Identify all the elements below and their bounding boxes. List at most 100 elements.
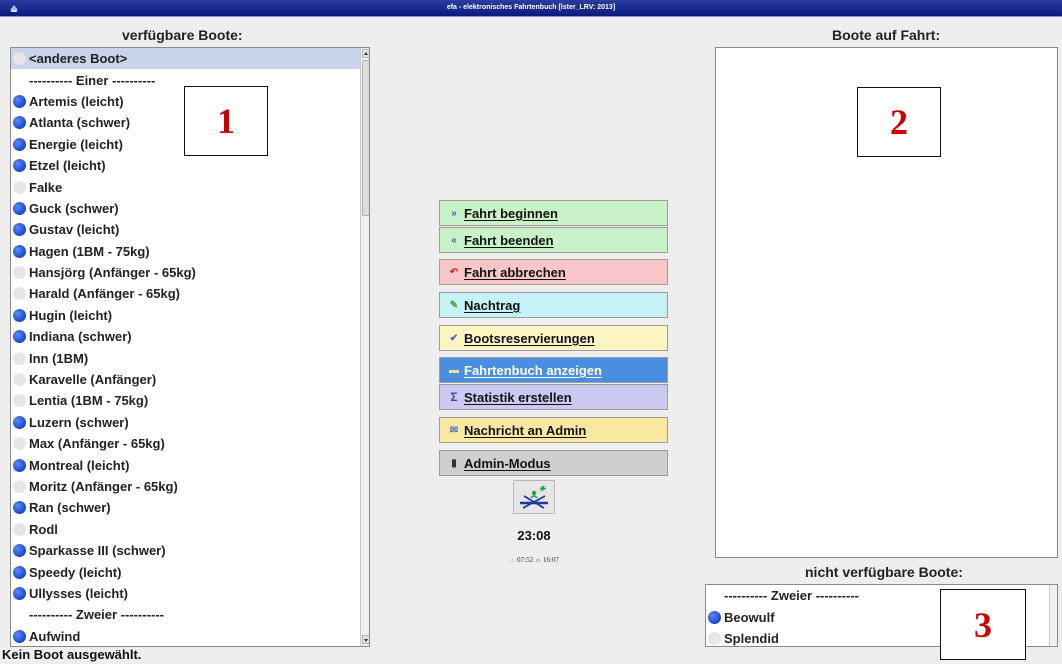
available-dot-icon	[13, 415, 26, 429]
boat-list-item[interactable]: Speedy (leicht)	[11, 561, 360, 582]
available-dot-icon	[13, 629, 26, 643]
available-dot-icon	[13, 501, 26, 515]
message-admin-button[interactable]: ✉ Nachricht an Admin	[439, 417, 668, 443]
status-dot-icon	[13, 394, 26, 408]
available-dot-icon	[13, 565, 26, 579]
available-dot-icon	[13, 586, 26, 600]
status-dot-icon	[13, 351, 26, 365]
available-dot-icon	[13, 201, 26, 215]
scroll-up-icon[interactable]	[362, 49, 369, 58]
logbook-icon: ▬	[449, 364, 459, 376]
boat-list-item[interactable]: Karavelle (Anfänger)	[11, 369, 360, 390]
available-dot-icon	[13, 116, 26, 130]
reservations-button[interactable]: ✔ Bootsreservierungen	[439, 325, 668, 351]
status-bar: Kein Boot ausgewählt.	[2, 647, 142, 662]
boat-list-item[interactable]: Falke	[11, 176, 360, 197]
available-boats-heading: verfügbare Boote:	[122, 27, 243, 43]
available-dot-icon	[13, 94, 26, 108]
boat-list-item[interactable]: Ullysses (leicht)	[11, 583, 360, 604]
boat-list-item[interactable]: Gustav (leicht)	[11, 219, 360, 240]
boat-name: Atlanta (schwer)	[29, 115, 131, 131]
boats-on-trip-heading: Boote auf Fahrt:	[832, 27, 941, 43]
boat-name: Inn (1BM)	[29, 350, 89, 366]
boat-name: Luzern (schwer)	[29, 414, 129, 430]
boat-name: Beowulf	[724, 609, 775, 625]
rowing-logo-icon	[520, 485, 548, 509]
double-chevron-left-icon: «	[451, 234, 457, 246]
available-dot-icon	[13, 223, 26, 237]
boat-name: ---------- Zweier ----------	[724, 588, 859, 604]
boat-list-item[interactable]: Hugin (leicht)	[11, 305, 360, 326]
boat-list-item[interactable]: Guck (schwer)	[11, 198, 360, 219]
undo-arrow-icon: ↶	[449, 266, 459, 278]
boat-name: Energie (leicht)	[29, 136, 123, 152]
available-dot-icon	[13, 330, 26, 344]
boat-list-item[interactable]: Luzern (schwer)	[11, 412, 360, 433]
boat-list-item[interactable]: Hagen (1BM - 75kg)	[11, 241, 360, 262]
annotation-label-1: 1	[184, 86, 268, 156]
clock-time: 23:08	[517, 528, 551, 543]
boat-list-item[interactable]: <anderes Boot>	[11, 48, 360, 70]
statistics-button[interactable]: Σ Statistik erstellen	[439, 384, 668, 410]
status-dot-icon	[13, 287, 26, 301]
available-dot-icon	[13, 159, 26, 173]
cancel-trip-button[interactable]: ↶ Fahrt abbrechen	[439, 259, 668, 285]
boat-list-item[interactable]: Hansjörg (Anfänger - 65kg)	[11, 262, 360, 283]
available-dot-icon	[13, 137, 26, 151]
boat-list-item[interactable]: Aufwind	[11, 626, 360, 646]
available-dot-icon	[13, 458, 26, 472]
sunrise-icon: ☼	[509, 556, 516, 564]
boat-name: Hagen (1BM - 75kg)	[29, 243, 150, 259]
boat-list-item[interactable]: Harald (Anfänger - 65kg)	[11, 283, 360, 304]
boat-name: Splendid	[724, 630, 779, 646]
boat-name: Montreal (leicht)	[29, 457, 130, 473]
admin-mode-button[interactable]: ▮ Admin-Modus	[439, 450, 668, 476]
unavailable-boats-scrollbar[interactable]	[1049, 585, 1057, 646]
boat-list-item[interactable]: Montreal (leicht)	[11, 454, 360, 475]
boat-list-item[interactable]: Sparkasse III (schwer)	[11, 540, 360, 561]
scroll-thumb[interactable]	[362, 60, 369, 216]
boat-list-item[interactable]: Inn (1BM)	[11, 347, 360, 368]
status-dot-icon	[13, 522, 26, 536]
window-titlebar: efa - elektronisches Fahrtenbuch [lster_…	[0, 0, 1062, 17]
status-dot-icon	[13, 52, 26, 66]
late-entry-button[interactable]: ✎ Nachtrag	[439, 292, 668, 318]
status-dot-icon	[13, 180, 26, 194]
available-dot-icon	[13, 244, 26, 258]
boat-name: Sparkasse III (schwer)	[29, 543, 166, 559]
boat-name: Speedy (leicht)	[29, 564, 122, 580]
list-separator[interactable]: ---------- Zweier ----------	[11, 604, 360, 625]
boat-list-item[interactable]: Max (Anfänger - 65kg)	[11, 433, 360, 454]
scroll-down-icon[interactable]	[362, 635, 369, 644]
boat-name: Max (Anfänger - 65kg)	[29, 436, 165, 452]
available-boats-scrollbar[interactable]	[360, 48, 369, 646]
reservation-icon: ✔	[449, 332, 459, 344]
unavailable-boats-heading: nicht verfügbare Boote:	[805, 564, 963, 580]
boat-name: Rodl	[29, 521, 58, 537]
boat-name: Moritz (Anfänger - 65kg)	[29, 479, 178, 494]
boat-name: Gustav (leicht)	[29, 222, 120, 238]
boat-list-item[interactable]: Etzel (leicht)	[11, 155, 360, 176]
end-trip-button[interactable]: « Fahrt beenden	[439, 227, 668, 253]
available-dot-icon	[13, 544, 26, 558]
sunset-icon: ☼	[534, 556, 542, 564]
boat-name: Ran (schwer)	[29, 500, 111, 516]
annotation-label-2: 2	[857, 87, 941, 157]
boat-list-item[interactable]: Ran (schwer)	[11, 497, 360, 518]
window-title: efa - elektronisches Fahrtenbuch [lster_…	[446, 4, 616, 11]
sunset-time: 16:07	[543, 556, 559, 564]
status-dot-icon	[13, 437, 26, 451]
boat-name: Artemis (leicht)	[29, 93, 124, 109]
start-trip-button[interactable]: » Fahrt beginnen	[439, 200, 668, 226]
boat-name: <anderes Boot>	[29, 51, 128, 67]
boat-list-item[interactable]: Indiana (schwer)	[11, 326, 360, 347]
boat-list-item[interactable]: Moritz (Anfänger - 65kg)	[11, 476, 360, 497]
boat-name: Ullysses (leicht)	[29, 585, 128, 601]
boat-list-item[interactable]: Lentia (1BM - 75kg)	[11, 390, 360, 411]
efa-logo-button[interactable]	[513, 480, 555, 514]
double-chevron-right-icon: »	[451, 207, 457, 219]
boat-name: Karavelle (Anfänger)	[29, 372, 157, 388]
envelope-icon: ✉	[449, 424, 459, 436]
show-logbook-button[interactable]: ▬ Fahrtenbuch anzeigen	[439, 357, 668, 383]
boat-list-item[interactable]: Rodl	[11, 519, 360, 540]
